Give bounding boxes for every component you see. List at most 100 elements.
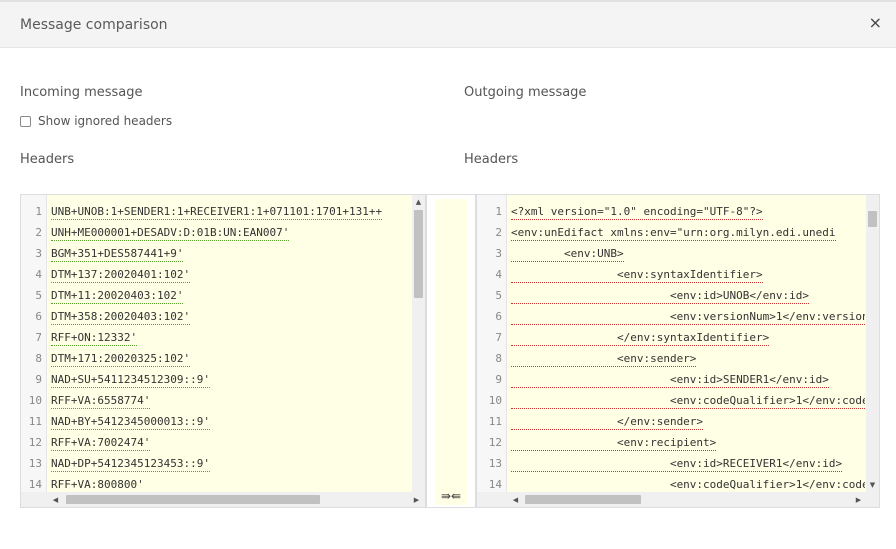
line-number: 7 bbox=[35, 331, 42, 344]
incoming-vertical-scrollbar[interactable]: ▲ bbox=[412, 195, 425, 492]
line-number: 1 bbox=[495, 205, 502, 218]
code-line-text: <env:id>UNOB</env:id> bbox=[511, 289, 810, 304]
code-line-text: RFF+VA:7002474' bbox=[51, 436, 151, 451]
incoming-horizontal-scrollbar[interactable]: ◀ ▶ bbox=[21, 492, 425, 507]
merge-gap-area bbox=[435, 199, 467, 505]
line-number: 10 bbox=[28, 394, 42, 407]
line-number: 6 bbox=[495, 310, 502, 323]
code-line: <env:UNB> bbox=[511, 243, 865, 264]
code-line: <env:id>SENDER1</env:id> bbox=[511, 369, 865, 390]
code-line-text: NAD+DP+5412345123453::9' bbox=[51, 457, 210, 472]
code-line-text: <env:id>RECEIVER1</env:id> bbox=[511, 457, 843, 472]
incoming-hscroll-thumb[interactable] bbox=[66, 495, 320, 504]
incoming-message-heading: Incoming message bbox=[20, 85, 143, 100]
line-number: 5 bbox=[35, 289, 42, 302]
code-line: <?xml version="1.0" encoding="UTF-8"?> bbox=[511, 201, 865, 222]
code-line-text: UNB+UNOB:1+SENDER1:1+RECEIVER1:1+071101:… bbox=[51, 205, 383, 220]
line-number: 4 bbox=[35, 268, 42, 281]
outgoing-code-editor[interactable]: 123456789101112131415 <?xml version="1.0… bbox=[476, 194, 880, 508]
line-number: 3 bbox=[495, 247, 502, 260]
code-line-text: <env:sender> bbox=[511, 352, 697, 367]
incoming-headers-label: Headers bbox=[20, 152, 75, 167]
code-line: <env:syntaxIdentifier> bbox=[511, 264, 865, 285]
code-line-text: </env:syntaxIdentifier> bbox=[511, 331, 770, 346]
line-number: 1 bbox=[35, 205, 42, 218]
code-line-text: RFF+ON:12332' bbox=[51, 331, 138, 346]
outgoing-horizontal-scrollbar[interactable]: ◀ ▶ bbox=[477, 492, 879, 507]
code-line: UNH+ME000001+DESADV:D:01B:UN:EAN007' bbox=[51, 222, 411, 243]
scroll-up-icon[interactable]: ▲ bbox=[412, 198, 425, 206]
line-number: 2 bbox=[495, 226, 502, 239]
code-line: RFF+VA:7002474' bbox=[51, 432, 411, 453]
code-line-text: RFF+VA:6558774' bbox=[51, 394, 151, 409]
code-line: DTM+11:20020403:102' bbox=[51, 285, 411, 306]
scroll-left-icon[interactable]: ◀ bbox=[509, 496, 522, 504]
merge-gap-column: ⇛⇚ bbox=[426, 194, 476, 508]
incoming-code-content[interactable]: UNB+UNOB:1+SENDER1:1+RECEIVER1:1+071101:… bbox=[51, 201, 411, 492]
code-line-text: DTM+11:20020403:102' bbox=[51, 289, 184, 304]
code-line-text: DTM+358:20020403:102' bbox=[51, 310, 191, 325]
code-line: NAD+DP+5412345123453::9' bbox=[51, 453, 411, 474]
code-line-text: NAD+SU+5411234512309::9' bbox=[51, 373, 210, 388]
code-line: RFF+ON:12332' bbox=[51, 327, 411, 348]
code-line: <env:codeQualifier>1</env:codeQ bbox=[511, 390, 865, 411]
incoming-code-editor[interactable]: 123456789101112131415 UNB+UNOB:1+SENDER1… bbox=[20, 194, 426, 508]
code-line: NAD+BY+5412345000013::9' bbox=[51, 411, 411, 432]
line-number: 4 bbox=[495, 268, 502, 281]
code-line: RFF+VA:6558774' bbox=[51, 390, 411, 411]
code-line: </env:sender> bbox=[511, 411, 865, 432]
outgoing-vertical-scrollbar[interactable]: ▼ bbox=[866, 195, 879, 492]
line-number: 13 bbox=[488, 457, 502, 470]
dialog-titlebar: Message comparison × bbox=[0, 0, 896, 48]
incoming-vscroll-thumb[interactable] bbox=[414, 210, 423, 298]
code-line: <env:id>UNOB</env:id> bbox=[511, 285, 865, 306]
outgoing-line-gutter: 123456789101112131415 bbox=[477, 195, 507, 507]
line-number: 9 bbox=[35, 373, 42, 386]
line-number: 7 bbox=[495, 331, 502, 344]
code-line: RFF+VA:800800' bbox=[51, 474, 411, 492]
scroll-left-icon[interactable]: ◀ bbox=[49, 496, 62, 504]
code-line-text: <env:syntaxIdentifier> bbox=[511, 268, 763, 283]
code-line-text: NAD+BY+5412345000013::9' bbox=[51, 415, 210, 430]
scroll-right-icon[interactable]: ▶ bbox=[852, 496, 865, 504]
code-line: DTM+171:20020325:102' bbox=[51, 348, 411, 369]
code-line-text: <env:recipient> bbox=[511, 436, 717, 451]
merge-arrows-icon[interactable]: ⇛⇚ bbox=[427, 489, 475, 503]
line-number: 11 bbox=[488, 415, 502, 428]
code-line-text: <env:codeQualifier>1</env:codeQ bbox=[511, 478, 865, 492]
scroll-down-icon[interactable]: ▼ bbox=[866, 481, 879, 489]
code-line: <env:codeQualifier>1</env:codeQ bbox=[511, 474, 865, 492]
outgoing-message-heading: Outgoing message bbox=[464, 85, 587, 100]
line-number: 9 bbox=[495, 373, 502, 386]
show-ignored-headers-checkbox[interactable] bbox=[20, 115, 31, 127]
scroll-right-icon[interactable]: ▶ bbox=[410, 496, 423, 504]
code-line: </env:syntaxIdentifier> bbox=[511, 327, 865, 348]
dialog-title: Message comparison bbox=[20, 17, 168, 33]
show-ignored-headers-row[interactable]: Show ignored headers bbox=[20, 114, 172, 128]
code-line-text: RFF+VA:800800' bbox=[51, 478, 144, 492]
code-line-text: <env:codeQualifier>1</env:codeQ bbox=[511, 394, 865, 409]
code-line-text: DTM+137:20020401:102' bbox=[51, 268, 191, 283]
code-line: UNB+UNOB:1+SENDER1:1+RECEIVER1:1+071101:… bbox=[51, 201, 411, 222]
code-line-text: </env:sender> bbox=[511, 415, 704, 430]
code-line: DTM+358:20020403:102' bbox=[51, 306, 411, 327]
outgoing-code-content[interactable]: <?xml version="1.0" encoding="UTF-8"?> <e… bbox=[511, 201, 865, 492]
code-line-text: DTM+171:20020325:102' bbox=[51, 352, 191, 367]
outgoing-headers-label: Headers bbox=[464, 152, 519, 167]
code-line: <env:recipient> bbox=[511, 432, 865, 453]
line-number: 5 bbox=[495, 289, 502, 302]
outgoing-hscroll-thumb[interactable] bbox=[525, 495, 641, 504]
code-line: <env:id>RECEIVER1</env:id> bbox=[511, 453, 865, 474]
code-line: DTM+137:20020401:102' bbox=[51, 264, 411, 285]
line-number: 6 bbox=[35, 310, 42, 323]
show-ignored-headers-label[interactable]: Show ignored headers bbox=[38, 114, 172, 128]
line-number: 12 bbox=[488, 436, 502, 449]
code-line: NAD+SU+5411234512309::9' bbox=[51, 369, 411, 390]
line-number: 3 bbox=[35, 247, 42, 260]
outgoing-vscroll-thumb[interactable] bbox=[868, 211, 877, 227]
code-line-text: <?xml version="1.0" encoding="UTF-8"?> bbox=[511, 205, 763, 220]
code-line: <env:versionNum>1</env:versionN bbox=[511, 306, 865, 327]
code-line: <env:sender> bbox=[511, 348, 865, 369]
code-line-text: UNH+ME000001+DESADV:D:01B:UN:EAN007' bbox=[51, 226, 290, 241]
close-icon[interactable]: × bbox=[869, 15, 882, 31]
